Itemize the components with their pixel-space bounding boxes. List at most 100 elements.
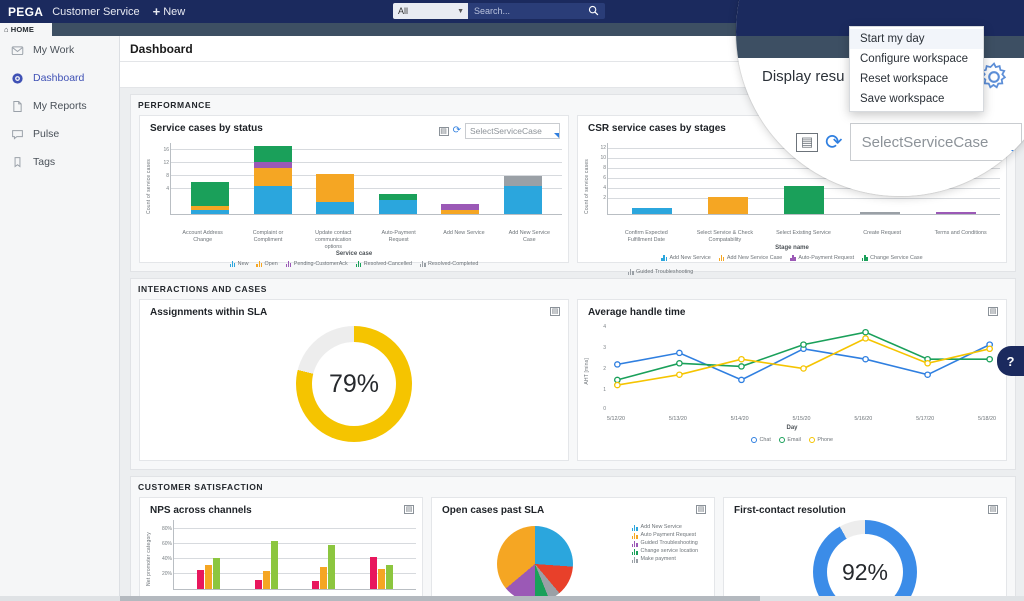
dashboard-icon (11, 72, 24, 85)
bar-group[interactable] (370, 557, 393, 589)
legend-swatch (751, 437, 757, 443)
x-tick-label: Select Existing Service (774, 230, 832, 244)
legend-swatch (632, 541, 638, 547)
menu-item-configure-workspace[interactable]: Configure workspace (850, 49, 983, 69)
bar-stack[interactable] (379, 194, 417, 214)
section-title: INTERACTIONS AND CASES (131, 279, 1015, 299)
legend-swatch (661, 255, 667, 261)
scrollbar-thumb[interactable] (120, 596, 760, 601)
list-icon[interactable]: ▤ (988, 307, 998, 316)
x-tick-label: Terms and Conditions (932, 230, 990, 244)
legend-item[interactable]: Change Service Case (862, 255, 923, 261)
sidebar: My Work Dashboard My Reports Pulse Tags (0, 36, 120, 601)
legend-swatch (862, 255, 868, 261)
legend-swatch (632, 549, 638, 555)
legend-item[interactable]: Add New Service Case (719, 255, 782, 261)
legend-swatch (256, 261, 262, 267)
sidebar-item-dashboard[interactable]: Dashboard (0, 64, 119, 92)
legend-swatch (632, 557, 638, 563)
chart-assignments-within-sla: 79% (140, 320, 568, 448)
tab-home[interactable]: ⌂ HOME (0, 23, 52, 36)
select-value: SelectServiceCase (470, 126, 542, 136)
chart-legend: Add New Service Add New Service Case Aut… (584, 255, 1000, 275)
help-button[interactable]: ? (997, 346, 1024, 376)
donut-gauge[interactable]: 79% (296, 326, 412, 442)
legend-item[interactable]: Add New Service (632, 524, 708, 531)
list-icon[interactable]: ▤ (796, 133, 818, 152)
horizontal-scrollbar[interactable] (0, 596, 1024, 601)
x-axis-label: Service case (146, 251, 562, 257)
bar-stack[interactable] (441, 204, 479, 214)
bar-stack[interactable] (254, 146, 292, 214)
refresh-icon[interactable]: ⟳ (825, 132, 843, 153)
bar[interactable] (936, 212, 976, 214)
legend-item[interactable]: Phone (809, 437, 833, 443)
search-scope-select[interactable]: All ▼ (393, 3, 468, 19)
bar[interactable] (860, 212, 900, 214)
x-tick-label: 5/14/20 (731, 416, 749, 423)
legend-item[interactable]: Auto-Payment Request (790, 255, 854, 261)
bar-group[interactable] (255, 541, 278, 589)
search-input[interactable]: Search... (468, 3, 605, 19)
bar-group[interactable] (312, 545, 335, 589)
legend-item[interactable]: Email (779, 437, 801, 443)
sidebar-item-my-reports[interactable]: My Reports (0, 92, 119, 120)
list-icon[interactable]: ▤ (439, 127, 449, 136)
chart-first-contact-resolution: 92% (724, 518, 1006, 601)
sidebar-item-pulse[interactable]: Pulse (0, 120, 119, 148)
legend-item[interactable]: Guided Troubleshooting (584, 269, 1000, 275)
menu-item-save-workspace[interactable]: Save workspace (850, 89, 983, 109)
bar-stack[interactable] (191, 182, 229, 214)
sidebar-item-label: My Reports (33, 100, 87, 112)
list-icon[interactable]: ▤ (988, 505, 998, 514)
legend-item[interactable]: Resolved-Completed (420, 261, 478, 267)
bar-stack[interactable] (504, 176, 542, 214)
card-title: NPS across channels (150, 505, 252, 516)
menu-item-reset-workspace[interactable]: Reset workspace (850, 69, 983, 89)
x-tick-label: 5/16/20 (854, 416, 872, 423)
legend-item[interactable]: Add New Service (661, 255, 710, 261)
search-placeholder: Search... (474, 6, 510, 16)
sidebar-item-tags[interactable]: Tags (0, 148, 119, 176)
tag-icon (11, 156, 24, 169)
plot-area (607, 322, 1000, 414)
y-axis-label: Count of service cases (146, 159, 152, 214)
sidebar-item-my-work[interactable]: My Work (0, 36, 119, 64)
menu-item-start-my-day[interactable]: Start my day (850, 29, 983, 49)
y-axis-label: Count of service cases (584, 159, 590, 214)
card-service-cases-by-status: Service cases by status ▤ ⟳ SelectServic… (139, 115, 569, 263)
bar[interactable] (708, 197, 748, 214)
pie-legend: Add New Service Auto Payment Request Gui… (632, 522, 708, 563)
service-case-select[interactable]: SelectServiceCase (465, 123, 560, 139)
donut-gauge[interactable]: 92% (813, 520, 917, 601)
legend-item[interactable]: Change service location (632, 548, 708, 555)
legend-swatch (790, 255, 796, 261)
bar-stack[interactable] (316, 174, 354, 214)
chevron-down-icon: ▼ (457, 8, 464, 15)
legend-item[interactable]: Pending-CustomerAck (286, 261, 348, 267)
refresh-icon[interactable]: ⟳ (453, 126, 461, 136)
chart-service-cases-by-status: Count of service cases 16 12 8 4 (140, 141, 568, 273)
sidebar-item-label: My Work (33, 44, 74, 56)
sidebar-item-label: Dashboard (33, 72, 84, 84)
pie-chart[interactable] (497, 526, 573, 601)
list-icon[interactable]: ▤ (550, 307, 560, 316)
list-icon[interactable]: ▤ (696, 505, 706, 514)
card-title: CSR service cases by stages (588, 123, 726, 134)
new-button[interactable]: + New (153, 5, 186, 18)
legend-item[interactable]: New (230, 261, 249, 267)
list-icon[interactable]: ▤ (404, 505, 414, 514)
legend-item[interactable]: Guided Troubleshooting (632, 540, 708, 547)
lens-service-case-select[interactable]: SelectServiceCase (850, 123, 1022, 161)
card-title: Assignments within SLA (150, 307, 267, 318)
legend-item[interactable]: Open (256, 261, 277, 267)
comment-icon (11, 128, 24, 141)
tab-home-label: HOME (11, 25, 34, 34)
search-icon[interactable] (588, 5, 599, 18)
legend-item[interactable]: Make payment (632, 556, 708, 563)
bar[interactable] (632, 208, 672, 214)
bar-group[interactable] (197, 558, 220, 589)
legend-item[interactable]: Resolved-Cancelled (356, 261, 412, 267)
legend-item[interactable]: Chat (751, 437, 771, 443)
legend-item[interactable]: Auto Payment Request (632, 532, 708, 539)
